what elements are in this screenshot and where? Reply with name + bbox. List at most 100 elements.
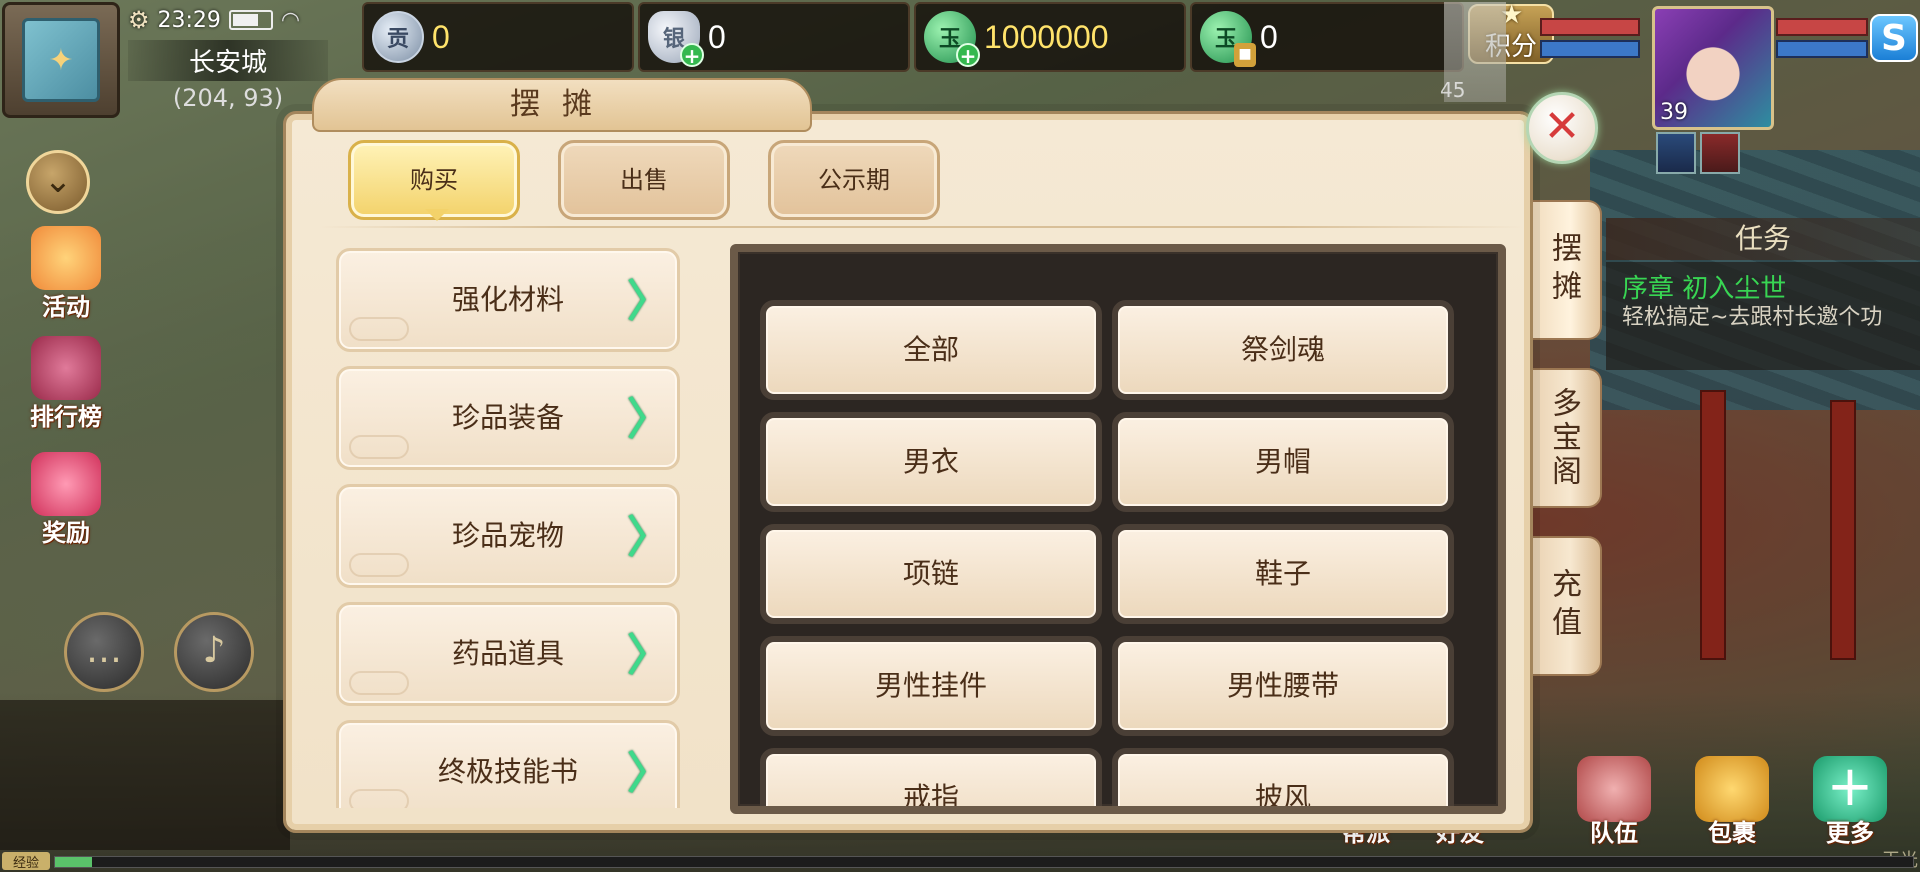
cloud-ornament	[349, 553, 409, 577]
item-type-button[interactable]: 全部	[760, 300, 1102, 400]
item-type-button[interactable]: 男性腰带	[1112, 636, 1454, 736]
map-coordinates: (204, 93)	[172, 84, 284, 112]
chevron-right-icon: 〉	[627, 512, 671, 563]
tab-divider	[318, 226, 1524, 228]
category-list[interactable]: 强化材料〉 珍品装备〉 珍品宠物〉 药品道具〉 终极技能书〉	[336, 248, 684, 808]
locked-jade-coin-icon: 玉 ■	[1200, 11, 1256, 67]
item-type-button[interactable]: 男衣	[760, 412, 1102, 512]
ranking-button[interactable]: 排行榜	[14, 336, 118, 436]
s-shortcut-button[interactable]: S	[1870, 14, 1918, 62]
jade-coin-icon: 玉 +	[924, 11, 980, 67]
quest-header[interactable]: 任务	[1606, 218, 1920, 260]
exp-progress-bar	[54, 856, 1914, 868]
contribution-coin-icon: 贡	[372, 11, 424, 63]
category-item[interactable]: 终极技能书 〉	[336, 720, 680, 808]
currency-silver: 银 + 0	[638, 2, 910, 72]
quest-description: 轻松搞定~去跟村长邀个功	[1622, 305, 1883, 330]
chevron-right-icon: 〉	[627, 748, 671, 799]
contribution-value: 0	[432, 18, 450, 55]
category-item[interactable]: 珍品宠物 〉	[336, 484, 680, 588]
cloud-ornament	[349, 671, 409, 695]
reward-label: 奖励	[42, 519, 90, 547]
tab-publicity-period[interactable]: 公示期	[768, 140, 940, 220]
clock: 23:29	[157, 7, 221, 33]
item-type-button[interactable]: 披风	[1112, 748, 1454, 806]
bag-button[interactable]: 包裹	[1686, 756, 1778, 852]
quest-title: 序章 初入尘世	[1622, 274, 1787, 304]
cloud-ornament	[349, 435, 409, 459]
ranking-icon	[31, 336, 101, 400]
chat-bubble-icon[interactable]: …	[64, 612, 144, 692]
bag-label: 包裹	[1708, 819, 1756, 847]
category-label: 珍品宠物	[451, 519, 564, 552]
item-type-grid: 全部 祭剑魂 男衣 男帽 项链 鞋子 男性挂件 男性腰带 戒指 披风	[760, 300, 1454, 806]
side-tab-stall[interactable]: 摆摊	[1526, 200, 1602, 340]
more-label: 更多	[1826, 819, 1874, 847]
item-type-button[interactable]: 男性挂件	[760, 636, 1102, 736]
side-tab-treasure-label: 多宝阁	[1546, 387, 1581, 489]
quest-entry[interactable]: 序章 初入尘世 轻松搞定~去跟村长邀个功	[1606, 262, 1920, 370]
category-label: 药品道具	[451, 637, 564, 670]
activity-label: 活动	[42, 293, 90, 321]
item-type-button[interactable]: 戒指	[760, 748, 1102, 806]
category-label: 终极技能书	[437, 755, 578, 788]
hero-level: 39	[1660, 100, 1688, 125]
item-type-button[interactable]: 项链	[760, 524, 1102, 624]
silver-value: 0	[708, 18, 726, 55]
currency-locked-jade: 玉 ■ 0	[1190, 2, 1464, 72]
lock-icon: ■	[1234, 43, 1256, 67]
wifi-icon: ◠	[280, 7, 301, 33]
side-tab-recharge[interactable]: 充值	[1526, 536, 1602, 676]
team-button[interactable]: 队伍	[1568, 756, 1660, 852]
chat-log-panel[interactable]	[0, 700, 290, 850]
exp-label: 经验	[2, 852, 50, 871]
gift-icon	[31, 452, 101, 516]
category-item[interactable]: 强化材料 〉	[336, 248, 680, 352]
world-map-button[interactable]: ✦	[2, 2, 120, 118]
city-name: 长安城	[128, 40, 328, 81]
category-label: 强化材料	[451, 283, 564, 316]
device-status: ⚙ 23:29 ◠	[128, 6, 300, 34]
tab-sell[interactable]: 出售	[558, 140, 730, 220]
locked-jade-value: 0	[1260, 18, 1278, 55]
collapse-chevron-icon[interactable]: ⌄	[26, 150, 90, 214]
item-type-button[interactable]: 男帽	[1112, 412, 1454, 512]
stall-window-title: 摆摊	[312, 78, 812, 132]
buff-potion-red-icon[interactable]	[1700, 132, 1740, 174]
settings-gear-icon[interactable]: ⚙	[128, 6, 150, 34]
more-button[interactable]: + 更多	[1804, 756, 1896, 852]
tab-buy[interactable]: 购买	[348, 140, 520, 221]
add-silver-plus-icon[interactable]: +	[680, 43, 704, 67]
side-tab-stall-label: 摆摊	[1546, 232, 1581, 308]
map-scroll-icon: ✦	[22, 18, 100, 102]
chevron-right-icon: 〉	[627, 630, 671, 681]
currency-jade: 玉 + 1000000	[914, 2, 1186, 72]
category-item[interactable]: 药品道具 〉	[336, 602, 680, 706]
stall-tab-bar: 购买 出售 公示期	[348, 140, 940, 221]
category-label: 珍品装备	[451, 401, 564, 434]
cloud-ornament	[349, 317, 409, 341]
close-icon[interactable]: ✕	[1526, 92, 1598, 164]
chevron-right-icon: 〉	[627, 276, 671, 327]
item-type-panel[interactable]: 全部 祭剑魂 男衣 男帽 项链 鞋子 男性挂件 男性腰带 戒指 披风	[730, 244, 1506, 814]
team-label: 队伍	[1590, 819, 1638, 847]
chevron-right-icon: 〉	[627, 394, 671, 445]
voice-mic-icon[interactable]: ♪	[174, 612, 254, 692]
activity-button[interactable]: 活动	[14, 226, 118, 326]
jade-value: 1000000	[984, 18, 1109, 55]
battery-icon	[228, 10, 273, 30]
category-item[interactable]: 珍品装备 〉	[336, 366, 680, 470]
item-type-button[interactable]: 鞋子	[1112, 524, 1454, 624]
add-jade-plus-icon[interactable]: +	[956, 43, 980, 67]
pet-hp-mp-bars	[1540, 18, 1640, 62]
side-tab-treasure-pavilion[interactable]: 多宝阁	[1526, 368, 1602, 508]
buff-potion-icon[interactable]	[1656, 132, 1696, 174]
currency-contribution: 贡 0	[362, 2, 634, 72]
cloud-ornament	[349, 789, 409, 808]
silver-ingot-icon: 银 +	[648, 11, 704, 67]
pet-level: 45	[1440, 78, 1466, 102]
item-type-button[interactable]: 祭剑魂	[1112, 300, 1454, 400]
reward-button[interactable]: 奖励	[14, 452, 118, 552]
ranking-label: 排行榜	[30, 403, 102, 431]
hero-hp-mp-bars	[1776, 18, 1868, 62]
